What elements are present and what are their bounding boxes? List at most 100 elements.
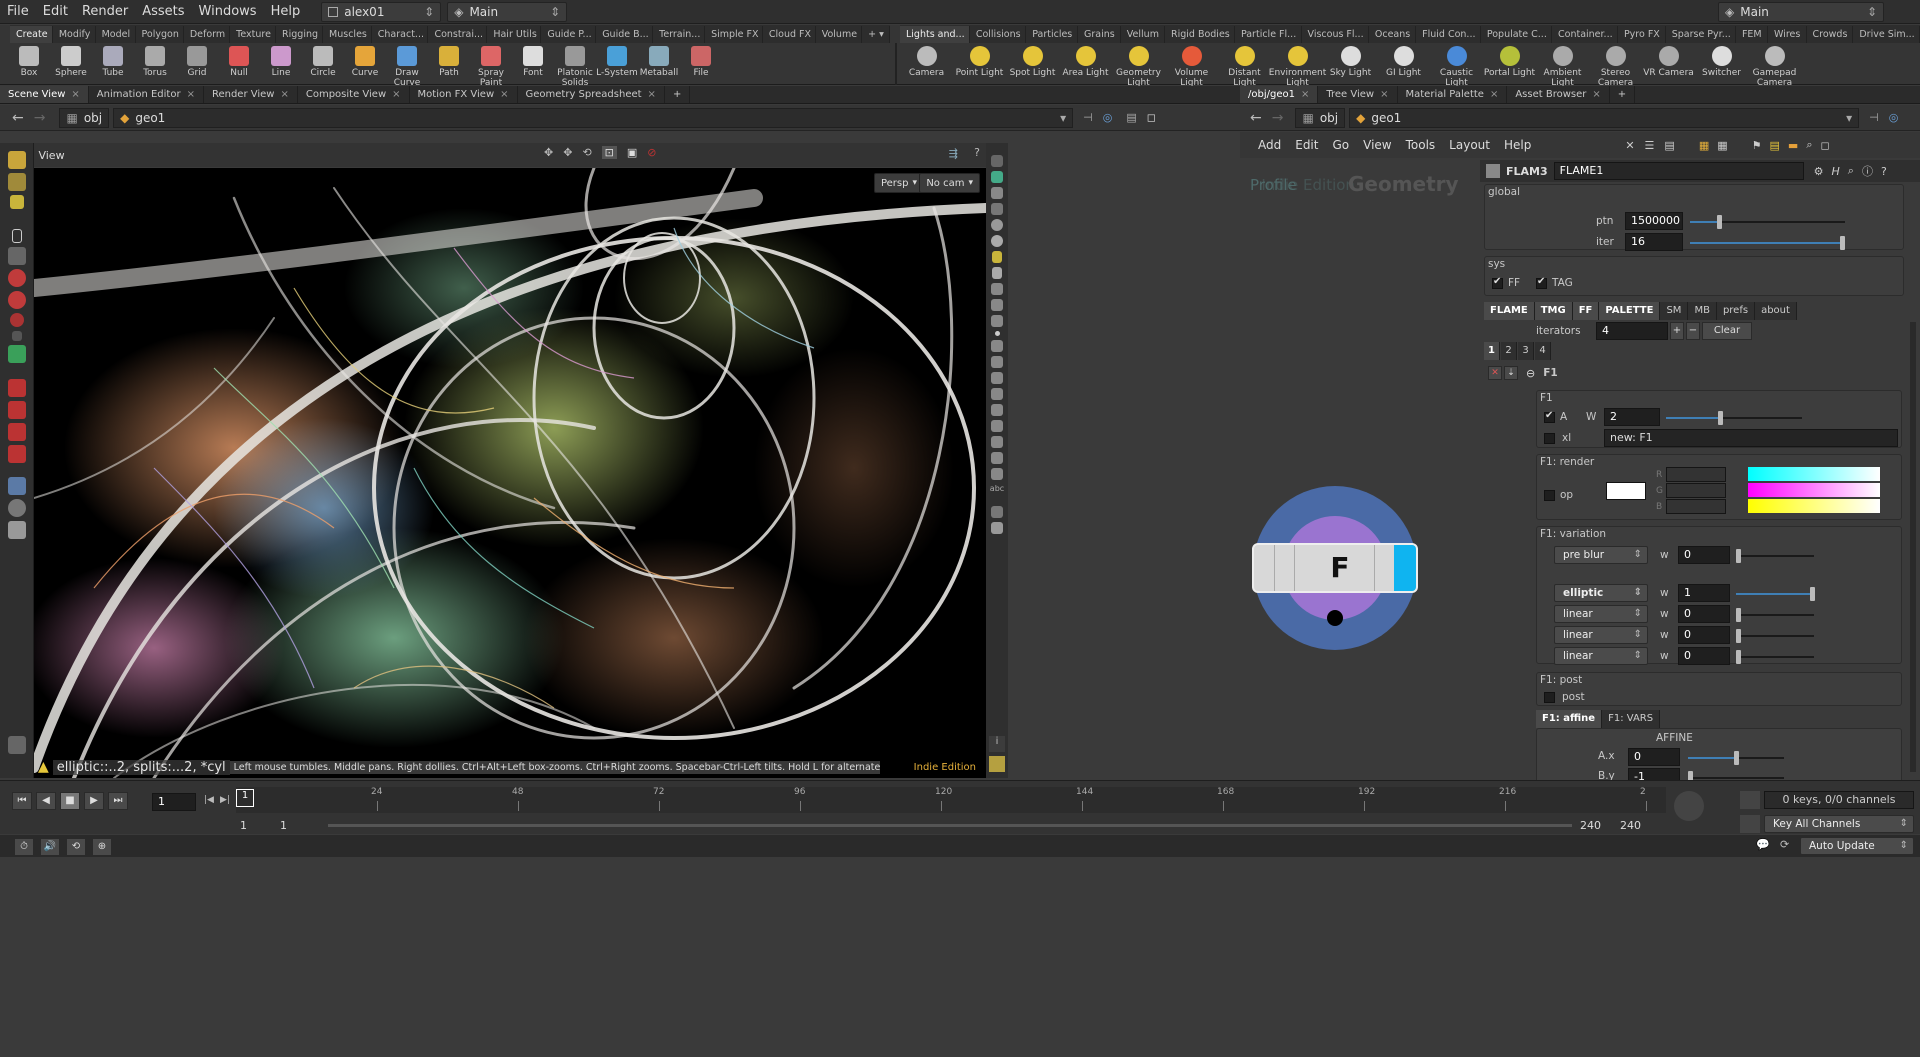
refresh-icon[interactable]: ⟳ bbox=[1780, 838, 1789, 851]
tool-circle[interactable]: Circle bbox=[302, 46, 344, 78]
fps-icon[interactable]: ⊕ bbox=[92, 838, 112, 856]
loop-icon[interactable]: ⟲ bbox=[66, 838, 86, 856]
tool-null[interactable]: Null bbox=[218, 46, 260, 78]
tool-environment-light[interactable]: Environment Light bbox=[1269, 46, 1326, 88]
tool-switcher[interactable]: Switcher bbox=[1695, 46, 1748, 78]
net-menu-tools[interactable]: Tools bbox=[1406, 138, 1436, 152]
pane-tab-animation-editor[interactable]: Animation Editor × bbox=[89, 86, 204, 103]
pre-blur-w-field[interactable]: 0 bbox=[1678, 546, 1730, 564]
affine-field-0[interactable]: 0 bbox=[1628, 748, 1680, 766]
pane-tab-right-3[interactable]: Asset Browser × bbox=[1507, 86, 1610, 103]
affine-slider-knob[interactable] bbox=[1688, 771, 1693, 780]
close-icon[interactable]: × bbox=[500, 89, 508, 100]
insert-instance-icon[interactable]: ⇣ bbox=[1504, 366, 1518, 380]
pane-tab-right-2[interactable]: Material Palette × bbox=[1398, 86, 1508, 103]
tool-caustic-light[interactable]: Caustic Light bbox=[1430, 46, 1483, 88]
tool-metaball[interactable]: Metaball bbox=[638, 46, 680, 78]
shelf-tab-8[interactable]: Charact... bbox=[372, 26, 429, 43]
camera-icon[interactable] bbox=[7, 477, 26, 495]
tool-vr-camera[interactable]: VR Camera bbox=[1642, 46, 1695, 78]
rotate-icon[interactable]: ⟲ bbox=[582, 146, 591, 159]
clear-button[interactable]: Clear bbox=[1702, 322, 1752, 340]
b-ramp[interactable] bbox=[1748, 499, 1880, 513]
point-icon[interactable] bbox=[994, 331, 1000, 336]
grid-icon[interactable]: ▤ bbox=[1664, 139, 1674, 152]
help-icon[interactable]: ? bbox=[1881, 165, 1887, 178]
back-arrow-icon[interactable]: ← bbox=[12, 110, 24, 126]
remove-instance-icon[interactable]: ✕ bbox=[1488, 366, 1502, 380]
net-menu-go[interactable]: Go bbox=[1332, 138, 1349, 152]
tool-stereo-camera[interactable]: Stereo Camera bbox=[1589, 46, 1642, 88]
vector-icon[interactable] bbox=[991, 356, 1003, 368]
tool-gamepad-camera[interactable]: Gamepad Camera bbox=[1748, 46, 1801, 88]
xl-checkbox[interactable] bbox=[1544, 433, 1555, 444]
lock-camera-icon[interactable] bbox=[991, 187, 1003, 199]
table-icon[interactable]: ▦ bbox=[1717, 139, 1727, 152]
close-icon[interactable]: × bbox=[1301, 89, 1309, 100]
eye-icon[interactable] bbox=[991, 155, 1003, 167]
g-field[interactable] bbox=[1666, 483, 1726, 498]
tool-point-light[interactable]: Point Light bbox=[953, 46, 1006, 78]
node-output-connector[interactable] bbox=[1327, 610, 1343, 626]
tumble-icon[interactable]: ✥ bbox=[544, 146, 553, 159]
quad-view-icon[interactable] bbox=[989, 756, 1005, 772]
list-icon[interactable]: ☰ bbox=[1645, 139, 1655, 152]
pin-icon[interactable]: ⊣ bbox=[1869, 111, 1879, 124]
variation-dropdown-3[interactable]: linear bbox=[1554, 647, 1648, 665]
snap-icon[interactable] bbox=[7, 401, 26, 419]
ptn-field[interactable]: 1500000 bbox=[1625, 212, 1683, 230]
shelf-tab-7[interactable]: Muscles bbox=[323, 26, 372, 43]
w-field[interactable]: 2 bbox=[1604, 408, 1660, 426]
shelf-tab-15[interactable]: Cloud FX bbox=[763, 26, 816, 43]
profile-icon[interactable] bbox=[991, 436, 1003, 448]
xl-field[interactable]: new: F1 bbox=[1604, 429, 1898, 447]
close-icon[interactable]: × bbox=[1380, 89, 1388, 100]
hand-icon[interactable] bbox=[991, 388, 1003, 400]
shelf-right-tab-5[interactable]: Rigid Bodies bbox=[1165, 26, 1235, 43]
pane-tab-composite-view[interactable]: Composite View × bbox=[298, 86, 410, 103]
tool-tube[interactable]: Tube bbox=[92, 46, 134, 78]
view-mode-icon[interactable] bbox=[7, 173, 26, 191]
shelf-add-tab-icon[interactable]: + ▾ bbox=[862, 26, 890, 43]
affine-field-1[interactable]: -1 bbox=[1628, 768, 1680, 780]
help-hscript-icon[interactable]: H bbox=[1832, 165, 1840, 178]
tool-draw-curve[interactable]: Draw Curve bbox=[386, 46, 428, 88]
close-icon[interactable]: × bbox=[187, 89, 195, 100]
shelf-tab-11[interactable]: Guide P... bbox=[541, 26, 597, 43]
affine-slider-1[interactable] bbox=[1688, 771, 1784, 780]
pane-tab-right-0[interactable]: /obj/geo1 × bbox=[1240, 86, 1319, 103]
range-end[interactable]: 240 bbox=[1620, 819, 1660, 832]
variation-dropdown-2[interactable]: linear bbox=[1554, 626, 1648, 644]
affine-slider-knob[interactable] bbox=[1734, 751, 1739, 765]
bookmark-icon[interactable]: ⚑ bbox=[1752, 139, 1762, 152]
ff-checkbox[interactable] bbox=[1492, 276, 1503, 289]
shelf-tab-3[interactable]: Polygon bbox=[136, 26, 184, 43]
normal-icon[interactable] bbox=[991, 340, 1003, 352]
tools-icon[interactable]: ✕ bbox=[1625, 139, 1634, 152]
key-channels-dropdown[interactable]: Key All Channels bbox=[1764, 815, 1914, 833]
path-geo1[interactable]: ◆ geo1 ▾ bbox=[113, 107, 1074, 128]
shelf-right-tab-9[interactable]: Fluid Con... bbox=[1416, 26, 1481, 43]
ghost-icon[interactable] bbox=[991, 203, 1003, 215]
timeline-bar[interactable]: 1 24 48 72 96 120 144 168 192 216 2 bbox=[236, 787, 1666, 813]
variation-slider-knob[interactable] bbox=[1736, 650, 1741, 664]
color-palette-icon[interactable]: ▦ bbox=[1699, 139, 1709, 152]
maximize-icon[interactable]: ◻ bbox=[1147, 111, 1156, 124]
path-obj[interactable]: ▦ obj bbox=[59, 107, 110, 128]
jump-start-icon[interactable]: ⏮ bbox=[12, 792, 32, 810]
param-tab-tmg[interactable]: TMG bbox=[1534, 302, 1573, 320]
variation-dropdown-1[interactable]: linear bbox=[1554, 605, 1648, 623]
pre-blur-knob[interactable] bbox=[1736, 549, 1741, 563]
shelf-right-tab-13[interactable]: Sparse Pyr... bbox=[1666, 26, 1736, 43]
tool-l-system[interactable]: L-System bbox=[596, 46, 638, 78]
move-icon[interactable] bbox=[7, 269, 26, 287]
shelf-tab-9[interactable]: Constrai... bbox=[428, 26, 488, 43]
guide-icon[interactable] bbox=[991, 420, 1003, 432]
param-tab-palette[interactable]: PALETTE bbox=[1599, 302, 1661, 320]
magnet-icon[interactable] bbox=[7, 379, 26, 397]
tool-icon[interactable] bbox=[9, 195, 24, 209]
layers-icon[interactable] bbox=[991, 299, 1003, 311]
shelf-tab-create[interactable]: Create bbox=[10, 26, 53, 43]
link-icon[interactable]: ◎ bbox=[1103, 111, 1113, 124]
tool-line[interactable]: Line bbox=[260, 46, 302, 78]
